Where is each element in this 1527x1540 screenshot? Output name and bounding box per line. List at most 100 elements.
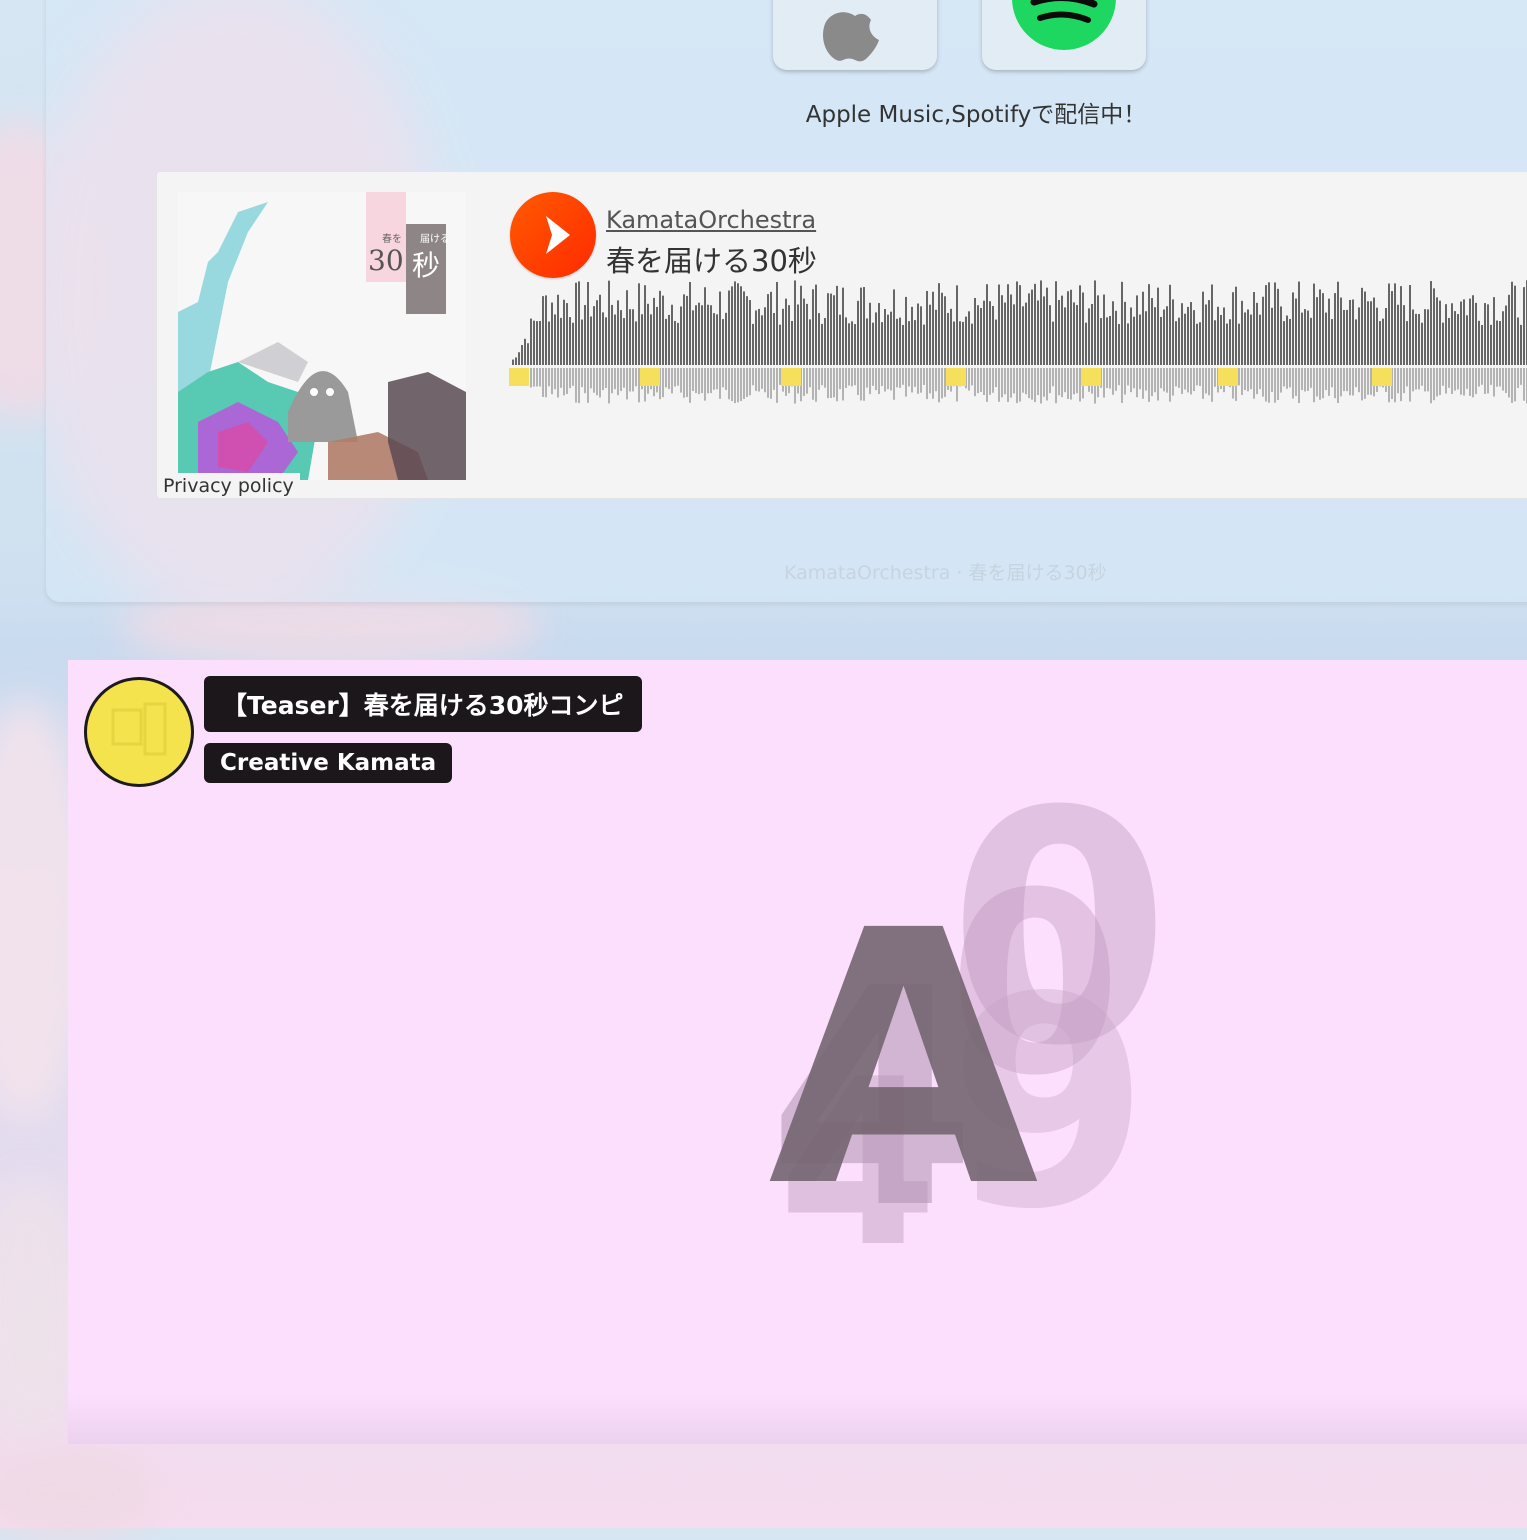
- waveform-reflection: [1127, 368, 1129, 386]
- footer-credit: KamataOrchestra · 春を届ける30秒: [784, 562, 1107, 584]
- waveform-reflection: [1457, 368, 1459, 390]
- waveform-reflection: [1394, 368, 1396, 403]
- waveform-bar: [1502, 311, 1504, 365]
- waveform-bar: [767, 294, 769, 365]
- waveform-reflection: [827, 368, 829, 399]
- waveform-bar: [1334, 293, 1336, 365]
- waveform-reflection: [878, 368, 880, 395]
- waveform-reflection: [1028, 368, 1030, 399]
- waveform-reflection: [554, 368, 556, 390]
- waveform-bar: [1055, 281, 1057, 365]
- waveform-bar: [818, 313, 820, 365]
- waveform-bar: [1136, 295, 1138, 365]
- waveform-reflection: [917, 368, 919, 394]
- waveform-bar: [1358, 307, 1360, 365]
- waveform-reflection: [1124, 368, 1126, 395]
- video-bottom-fade: [68, 1394, 1527, 1444]
- waveform-reflection: [1343, 368, 1345, 392]
- waveform-bar: [1316, 297, 1318, 365]
- waveform-bar: [1412, 309, 1414, 365]
- waveform-reflection: [620, 368, 622, 392]
- comment-marker[interactable]: [509, 368, 529, 386]
- waveform-bar: [938, 283, 940, 365]
- waveform-reflection: [1475, 368, 1477, 395]
- waveform-bar: [968, 311, 970, 365]
- waveform-bar: [716, 314, 718, 365]
- waveform-bar: [722, 319, 724, 365]
- waveform-bar: [1388, 283, 1390, 365]
- waveform-reflection: [1427, 368, 1429, 392]
- waveform-reflection: [1517, 368, 1519, 388]
- waveform-reflection: [1187, 368, 1189, 393]
- waveform-reflection: [1166, 368, 1168, 393]
- privacy-policy-link[interactable]: Privacy policy: [159, 473, 300, 497]
- waveform-bar: [1016, 281, 1018, 365]
- waveform-bar: [941, 292, 943, 365]
- comment-marker[interactable]: [1372, 368, 1392, 386]
- waveform[interactable]: [509, 280, 1527, 430]
- waveform-reflection: [1496, 368, 1498, 387]
- youtube-embed[interactable]: 【Teaser】春を届ける30秒コンピ Creative Kamata 0 0 …: [68, 660, 1527, 1444]
- waveform-reflection: [908, 368, 910, 387]
- waveform-bar: [890, 311, 892, 365]
- waveform-bar: [1019, 285, 1021, 365]
- waveform-reflection: [1247, 368, 1249, 392]
- waveform-reflection: [707, 368, 709, 394]
- track-title[interactable]: 春を届ける30秒: [606, 238, 817, 280]
- waveform-reflection: [1157, 368, 1159, 401]
- spotify-button[interactable]: [982, 0, 1146, 70]
- waveform-reflection: [1493, 368, 1495, 397]
- waveform-reflection: [851, 368, 853, 387]
- video-title[interactable]: 【Teaser】春を届ける30秒コンピ: [204, 676, 642, 732]
- waveform-bar: [623, 318, 625, 365]
- waveform-bar: [1100, 318, 1102, 365]
- waveform-reflection: [1442, 368, 1444, 386]
- waveform-bar: [821, 323, 823, 365]
- waveform-reflection: [1349, 368, 1351, 396]
- video-glyph-a: A: [768, 856, 1039, 1264]
- comment-marker[interactable]: [1081, 368, 1101, 386]
- waveform-bar: [1469, 298, 1471, 365]
- play-button[interactable]: [510, 192, 596, 278]
- waveform-bar: [845, 317, 847, 365]
- waveform-bar: [974, 297, 976, 365]
- waveform-bar: [914, 320, 916, 365]
- waveform-reflection: [1322, 368, 1324, 399]
- waveform-bar: [605, 317, 607, 365]
- waveform-bar: [863, 287, 865, 365]
- waveform-bar: [779, 324, 781, 365]
- waveform-bar: [893, 289, 895, 365]
- waveform-bar: [1076, 305, 1078, 365]
- comment-marker[interactable]: [640, 368, 660, 386]
- waveform-bar: [725, 312, 727, 365]
- waveform-bar: [632, 309, 634, 365]
- waveform-reflection: [1067, 368, 1069, 399]
- waveform-bar: [1058, 300, 1060, 365]
- album-artwork[interactable]: 春を 届ける 30 秒: [178, 192, 466, 480]
- waveform-bar: [677, 322, 679, 365]
- comment-marker[interactable]: [946, 368, 966, 386]
- waveform-reflection: [1334, 368, 1336, 399]
- waveform-bar: [686, 295, 688, 365]
- waveform-bar: [1475, 302, 1477, 365]
- waveform-bar: [848, 323, 850, 365]
- artwork-line2: 届ける: [420, 234, 450, 245]
- waveform-reflection: [1064, 368, 1066, 393]
- waveform-bar: [1295, 298, 1297, 365]
- artist-link[interactable]: KamataOrchestra: [606, 206, 816, 234]
- waveform-bar: [1436, 297, 1438, 365]
- comment-marker[interactable]: [781, 368, 801, 386]
- waveform-bar: [617, 300, 619, 365]
- waveform-bar: [650, 314, 652, 365]
- waveform-reflection: [602, 368, 604, 391]
- apple-music-button[interactable]: [773, 0, 937, 70]
- waveform-bar: [566, 303, 568, 365]
- waveform-bar: [1304, 309, 1306, 365]
- waveform-bar: [1043, 296, 1045, 365]
- comment-marker[interactable]: [1218, 368, 1238, 386]
- waveform-bar: [1328, 298, 1330, 365]
- waveform-bar: [614, 314, 616, 365]
- channel-avatar[interactable]: [84, 677, 194, 787]
- waveform-reflection: [1454, 368, 1456, 391]
- channel-name[interactable]: Creative Kamata: [204, 743, 453, 783]
